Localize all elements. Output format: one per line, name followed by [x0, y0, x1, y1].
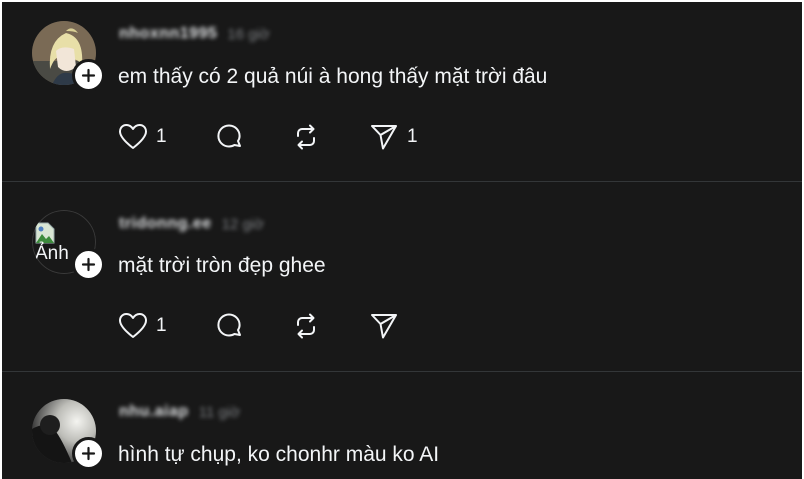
comment-header: tridonng.ee 12 giờ	[119, 215, 264, 233]
comment-bubble-icon	[217, 313, 241, 337]
username[interactable]: nhoxnn1995	[119, 25, 217, 43]
like-button[interactable]: 1	[118, 121, 214, 153]
plus-icon	[81, 257, 96, 272]
comment-item: nhu.aiap 11 giờ hình tự chụp, ko chonhr …	[2, 372, 802, 479]
comment-text: hình tự chụp, ko chonhr màu ko AI	[118, 443, 440, 466]
repost-button[interactable]	[291, 310, 369, 342]
repost-icon	[297, 124, 315, 150]
comments-panel: nhoxnn1995 16 giờ em thấy có 2 quả núi à…	[2, 2, 802, 479]
timestamp: 12 giờ	[221, 215, 264, 233]
username[interactable]: nhu.aiap	[119, 403, 189, 421]
follow-button[interactable]	[72, 437, 105, 470]
comment-text: mặt trời tròn đẹp ghee	[118, 254, 326, 277]
comment-item: Ảnh tridonng.ee 12 giờ mặt trời tròn đẹp…	[2, 182, 802, 371]
comment-bubble-icon	[217, 124, 241, 148]
repost-icon	[297, 313, 315, 339]
action-bar: 1 1	[118, 121, 449, 153]
like-count: 1	[156, 126, 167, 147]
comment-header: nhoxnn1995 16 giờ	[119, 25, 270, 43]
reply-button[interactable]	[214, 310, 291, 342]
share-button[interactable]: 1	[369, 121, 449, 153]
share-count: 1	[407, 126, 418, 147]
comment-text: em thấy có 2 quả núi à hong thấy mặt trờ…	[118, 65, 548, 88]
timestamp: 11 giờ	[198, 403, 241, 421]
share-button[interactable]	[369, 310, 449, 342]
avatar-container	[32, 399, 105, 470]
username[interactable]: tridonng.ee	[119, 215, 212, 233]
like-count: 1	[156, 315, 167, 336]
send-icon	[371, 314, 397, 339]
action-bar: 1	[118, 310, 449, 342]
plus-icon	[81, 446, 96, 461]
repost-button[interactable]	[291, 121, 369, 153]
comment-header: nhu.aiap 11 giờ	[119, 403, 240, 421]
follow-button[interactable]	[72, 59, 105, 92]
like-button[interactable]: 1	[118, 310, 214, 342]
avatar-alt-text: Ảnh	[35, 243, 69, 264]
comment-item: nhoxnn1995 16 giờ em thấy có 2 quả núi à…	[2, 2, 802, 182]
reply-button[interactable]	[214, 121, 291, 153]
avatar-container: Ảnh	[32, 210, 105, 281]
follow-button[interactable]	[72, 248, 105, 281]
heart-icon	[119, 313, 147, 338]
avatar-container	[32, 21, 105, 92]
timestamp: 16 giờ	[227, 25, 270, 43]
plus-icon	[81, 68, 96, 83]
send-icon	[371, 125, 397, 150]
broken-image-icon	[35, 222, 55, 244]
heart-icon	[119, 124, 147, 149]
